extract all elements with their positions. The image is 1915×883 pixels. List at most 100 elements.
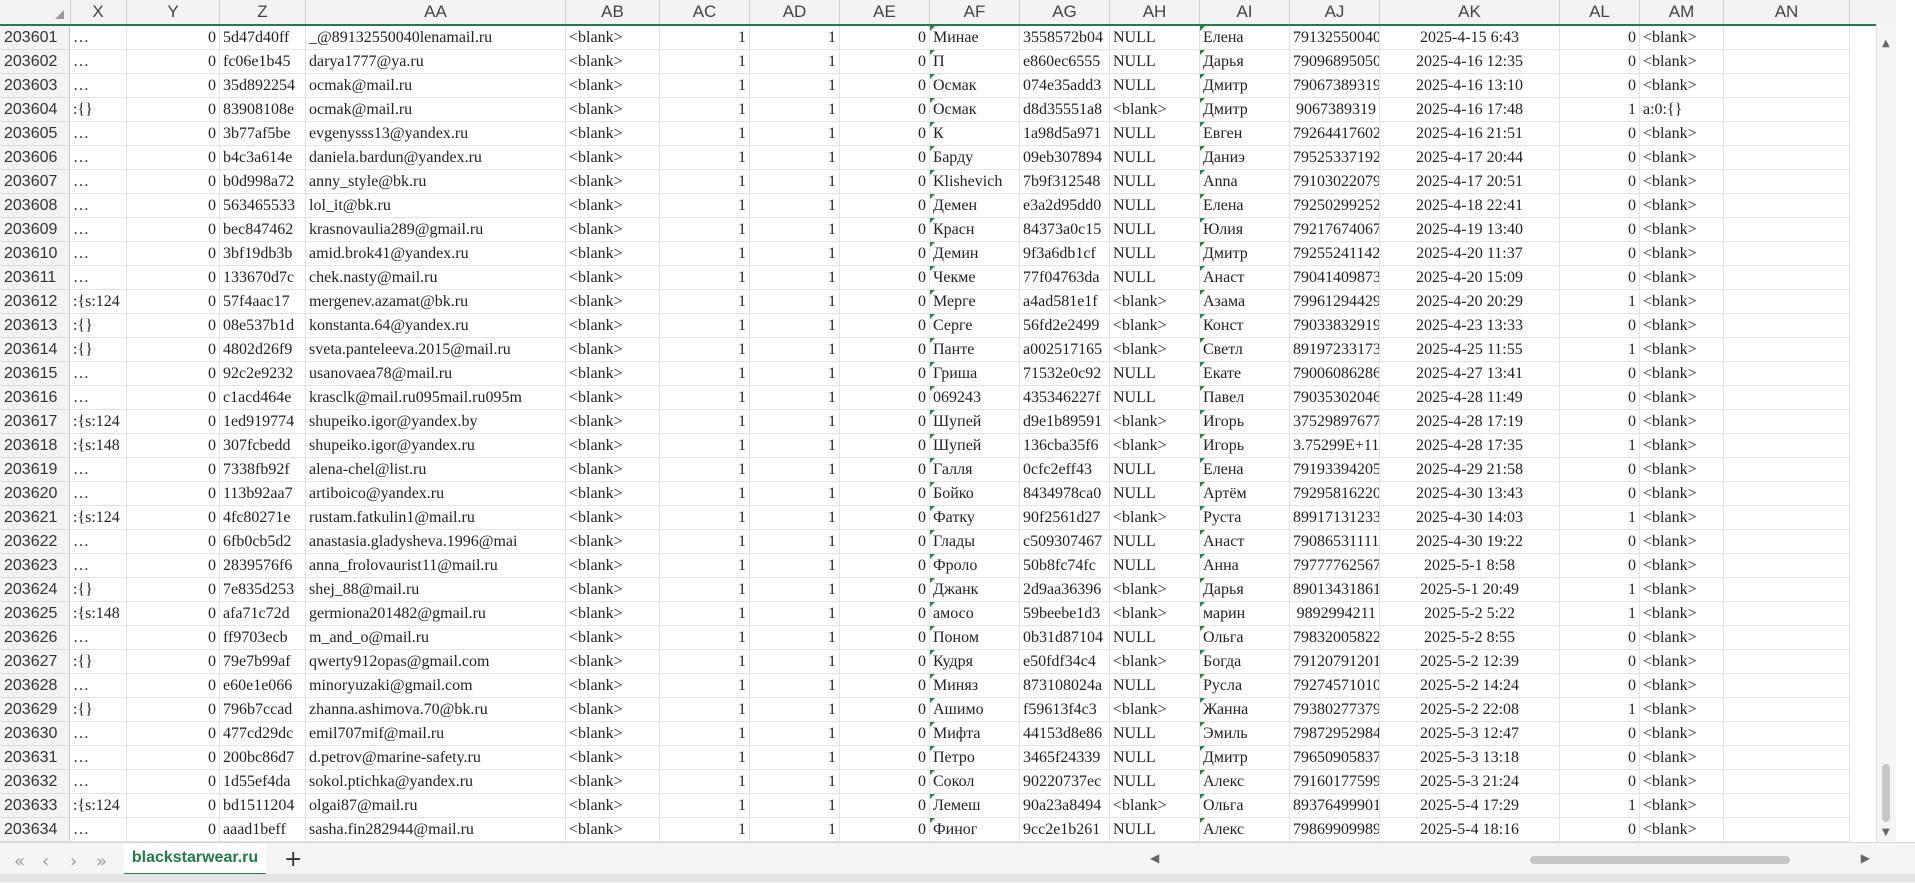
- cell-aa[interactable]: artiboico@yandex.ru: [306, 482, 566, 506]
- cell-aj[interactable]: 79132550040: [1290, 26, 1380, 50]
- cell-ac[interactable]: 1: [660, 74, 750, 98]
- cell-ah[interactable]: NULL: [1110, 530, 1200, 554]
- row-header[interactable]: 203606: [0, 146, 70, 170]
- cell-y[interactable]: 0: [127, 698, 220, 722]
- cell-an[interactable]: [1724, 146, 1850, 170]
- cell-aa[interactable]: shej_88@mail.ru: [306, 578, 566, 602]
- cell-ab[interactable]: <blank>: [566, 458, 660, 482]
- cell-al[interactable]: 0: [1560, 458, 1640, 482]
- cell-ab[interactable]: <blank>: [566, 530, 660, 554]
- cell-z[interactable]: 477cd29dc: [220, 722, 306, 746]
- row-header[interactable]: 203628: [0, 674, 70, 698]
- cell-ae[interactable]: 0: [840, 530, 930, 554]
- cell-al[interactable]: 0: [1560, 194, 1640, 218]
- cell-ai[interactable]: Дмитр: [1200, 242, 1290, 266]
- cell-ai[interactable]: Елена: [1200, 194, 1290, 218]
- add-sheet-icon[interactable]: +: [284, 847, 302, 872]
- row-header[interactable]: 203630: [0, 722, 70, 746]
- cell-ai[interactable]: Екате: [1200, 362, 1290, 386]
- cell-af[interactable]: Осмак: [930, 98, 1020, 122]
- cell-ab[interactable]: <blank>: [566, 338, 660, 362]
- cell-ag[interactable]: 3465f24339: [1020, 746, 1110, 770]
- cell-ae[interactable]: 0: [840, 626, 930, 650]
- cell-am[interactable]: <blank>: [1640, 506, 1724, 530]
- cell-af[interactable]: Панте: [930, 338, 1020, 362]
- cell-an[interactable]: [1724, 650, 1850, 674]
- cell-ad[interactable]: 1: [750, 98, 840, 122]
- cell-al[interactable]: 0: [1560, 362, 1640, 386]
- cell-y[interactable]: 0: [127, 146, 220, 170]
- row-header[interactable]: 203615: [0, 362, 70, 386]
- column-header-ab[interactable]: AB: [566, 0, 660, 24]
- cell-an[interactable]: [1724, 98, 1850, 122]
- cell-ad[interactable]: 1: [750, 578, 840, 602]
- cell-ag[interactable]: 77f04763da: [1020, 266, 1110, 290]
- cell-ab[interactable]: <blank>: [566, 386, 660, 410]
- cell-ag[interactable]: e860ec6555: [1020, 50, 1110, 74]
- cell-ad[interactable]: 1: [750, 194, 840, 218]
- cell-af[interactable]: Klishevich: [930, 170, 1020, 194]
- cell-aj[interactable]: 79067389319: [1290, 74, 1380, 98]
- cell-ak[interactable]: 2025-4-23 13:33: [1380, 314, 1560, 338]
- cell-ag[interactable]: 0b31d87104: [1020, 626, 1110, 650]
- cell-x[interactable]: …: [70, 242, 127, 266]
- cell-am[interactable]: <blank>: [1640, 650, 1724, 674]
- column-header-aj[interactable]: AJ: [1290, 0, 1380, 24]
- cell-an[interactable]: [1724, 266, 1850, 290]
- cell-ak[interactable]: 2025-4-30 19:22: [1380, 530, 1560, 554]
- column-header-ai[interactable]: AI: [1200, 0, 1290, 24]
- cell-ak[interactable]: 2025-4-20 20:29: [1380, 290, 1560, 314]
- cell-ai[interactable]: Ольга: [1200, 794, 1290, 818]
- row-header[interactable]: 203610: [0, 242, 70, 266]
- cell-am[interactable]: <blank>: [1640, 482, 1724, 506]
- cell-ai[interactable]: Дарья: [1200, 578, 1290, 602]
- cell-af[interactable]: амосо: [930, 602, 1020, 626]
- cell-al[interactable]: 0: [1560, 722, 1640, 746]
- horizontal-scrollbar[interactable]: ◀ ▶: [1150, 851, 1870, 865]
- cell-aa[interactable]: sokol.ptichka@yandex.ru: [306, 770, 566, 794]
- cell-ac[interactable]: 1: [660, 50, 750, 74]
- cell-ac[interactable]: 1: [660, 578, 750, 602]
- cell-aj[interactable]: 79103022079: [1290, 170, 1380, 194]
- cell-z[interactable]: 1d55ef4da: [220, 770, 306, 794]
- cell-aa[interactable]: emil707mif@mail.ru: [306, 722, 566, 746]
- cell-af[interactable]: Сокол: [930, 770, 1020, 794]
- cell-ab[interactable]: <blank>: [566, 242, 660, 266]
- cell-al[interactable]: 0: [1560, 242, 1640, 266]
- cell-aj[interactable]: 79193394205: [1290, 458, 1380, 482]
- row-header[interactable]: 203622: [0, 530, 70, 554]
- cell-x[interactable]: :{}: [70, 338, 127, 362]
- cell-ae[interactable]: 0: [840, 482, 930, 506]
- cell-z[interactable]: 7338fb92f: [220, 458, 306, 482]
- cell-z[interactable]: 5d47d40ff: [220, 26, 306, 50]
- cell-y[interactable]: 0: [127, 482, 220, 506]
- cell-ad[interactable]: 1: [750, 506, 840, 530]
- cell-al[interactable]: 0: [1560, 626, 1640, 650]
- cell-al[interactable]: 0: [1560, 50, 1640, 74]
- cell-z[interactable]: 92c2e9232: [220, 362, 306, 386]
- cell-af[interactable]: Поном: [930, 626, 1020, 650]
- cell-x[interactable]: …: [70, 146, 127, 170]
- cell-ac[interactable]: 1: [660, 554, 750, 578]
- cell-y[interactable]: 0: [127, 74, 220, 98]
- cell-ac[interactable]: 1: [660, 26, 750, 50]
- cell-an[interactable]: [1724, 362, 1850, 386]
- scroll-left-icon[interactable]: ◀: [1150, 851, 1159, 865]
- scroll-down-icon[interactable]: ▼: [1882, 827, 1890, 838]
- cell-al[interactable]: 0: [1560, 74, 1640, 98]
- cell-ac[interactable]: 1: [660, 482, 750, 506]
- cell-ag[interactable]: 50b8fc74fc: [1020, 554, 1110, 578]
- cell-ai[interactable]: Русла: [1200, 674, 1290, 698]
- cell-aj[interactable]: 9892994211: [1290, 602, 1380, 626]
- cell-ah[interactable]: NULL: [1110, 242, 1200, 266]
- cell-ai[interactable]: Богда: [1200, 650, 1290, 674]
- cell-ac[interactable]: 1: [660, 242, 750, 266]
- column-header-ac[interactable]: AC: [660, 0, 750, 24]
- cell-ak[interactable]: 2025-4-29 21:58: [1380, 458, 1560, 482]
- cell-an[interactable]: [1724, 170, 1850, 194]
- cell-ah[interactable]: NULL: [1110, 194, 1200, 218]
- cell-ab[interactable]: <blank>: [566, 770, 660, 794]
- cell-am[interactable]: <blank>: [1640, 626, 1724, 650]
- cell-ac[interactable]: 1: [660, 338, 750, 362]
- cell-ab[interactable]: <blank>: [566, 74, 660, 98]
